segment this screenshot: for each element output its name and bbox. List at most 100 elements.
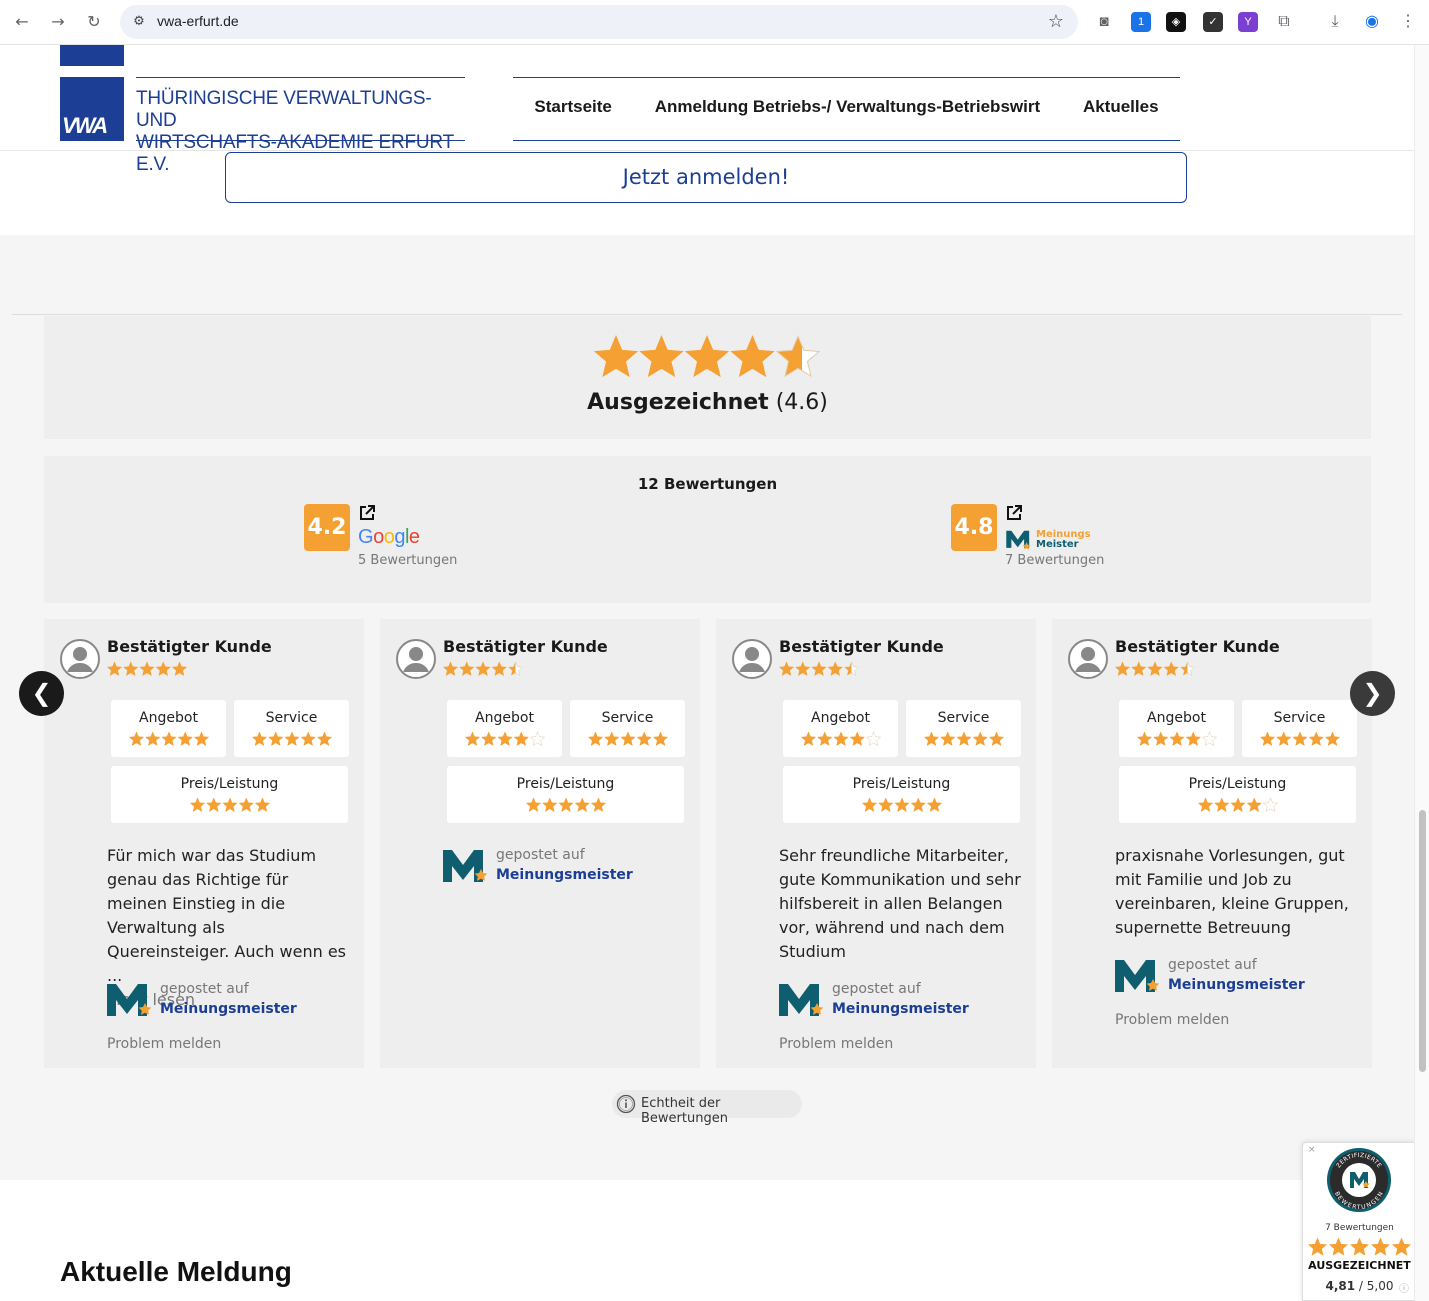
star: [491, 661, 507, 677]
authenticity-button[interactable]: Echtheit der Bewertungen: [612, 1090, 802, 1126]
posted-site-link[interactable]: Meinungsmeister: [832, 1001, 969, 1017]
star: [1229, 797, 1246, 813]
posted-site-link[interactable]: Meinungsmeister: [496, 867, 633, 883]
download-icon[interactable]: ⤓: [1325, 12, 1345, 32]
criterion-box: Preis/Leistung: [111, 766, 348, 823]
review-card: Bestätigter Kunde Angebot Service Preis/Lei…: [716, 619, 1036, 1068]
star: [1291, 731, 1308, 747]
logo-mark[interactable]: VWA: [60, 77, 124, 141]
extension-badge-icon[interactable]: 1: [1131, 12, 1151, 32]
criterion-box: Angebot: [111, 700, 226, 757]
report-problem-link[interactable]: Problem melden: [779, 1036, 893, 1052]
star: [972, 731, 988, 747]
star: [603, 731, 619, 747]
criterion-stars: [1136, 731, 1217, 747]
register-button[interactable]: Jetzt anmelden!: [225, 152, 1187, 203]
criterion-stars: [251, 731, 332, 747]
star: [1275, 731, 1291, 747]
forward-icon[interactable]: →: [47, 11, 69, 33]
platform-meinungsmeister[interactable]: 4.8 Meinungs Meister 7 Bewertungen: [951, 504, 1151, 574]
criterion-box: Preis/Leistung: [783, 766, 1020, 823]
posted-site-link[interactable]: Meinungsmeister: [1168, 977, 1305, 993]
star: [300, 731, 316, 747]
widget-close-icon[interactable]: ×: [1308, 1145, 1316, 1155]
star: [507, 661, 523, 677]
extension-icon[interactable]: ◈: [1166, 12, 1186, 32]
star: [923, 731, 939, 747]
url-text[interactable]: vwa-erfurt.de: [157, 13, 239, 29]
star: [1246, 797, 1262, 813]
star: [171, 661, 187, 677]
platform-google[interactable]: 4.2 Google 5 Bewertungen: [304, 504, 504, 574]
report-problem-link[interactable]: Problem melden: [107, 1036, 221, 1052]
criterion-box: Angebot: [1119, 700, 1234, 757]
posted-on[interactable]: gepostet auf Meinungsmeister: [107, 980, 337, 1020]
criterion-stars: [587, 731, 668, 747]
criterion-label: Angebot: [811, 710, 870, 726]
star: [832, 731, 849, 747]
star: [574, 797, 590, 813]
external-link-icon[interactable]: [358, 504, 376, 522]
carousel-next-button[interactable]: ❯: [1350, 671, 1395, 716]
star: [177, 731, 193, 747]
criterion-box: Service: [234, 700, 349, 757]
external-link-icon[interactable]: [1005, 504, 1023, 522]
star: [139, 661, 155, 677]
review-stars: [107, 661, 187, 677]
star: [475, 661, 491, 677]
star: [1308, 1237, 1328, 1256]
rating-widget[interactable]: × ZERTIFIZIERTE BEWERTUNGEN 7 Bewertunge…: [1302, 1142, 1415, 1301]
star: [107, 661, 123, 677]
page-scrollbar[interactable]: [1414, 45, 1429, 1301]
nav-aktuelles[interactable]: Aktuelles: [1067, 97, 1175, 117]
posted-on[interactable]: gepostet auf Meinungsmeister: [779, 980, 1009, 1020]
criterion-label: Preis/Leistung: [516, 776, 615, 792]
site-settings-icon[interactable]: ⚙: [130, 13, 148, 31]
summary-stars: [594, 335, 820, 378]
star: [639, 335, 684, 378]
criterion-box: Preis/Leistung: [447, 766, 684, 823]
star: [849, 731, 865, 747]
criterion-label: Service: [937, 710, 990, 726]
star: [587, 731, 603, 747]
star: [1131, 661, 1147, 677]
extension-y-icon[interactable]: Y: [1238, 12, 1258, 32]
star: [1328, 1237, 1349, 1256]
star: [926, 797, 942, 813]
avatar-icon: [1068, 639, 1108, 679]
posted-on[interactable]: gepostet auf Meinungsmeister: [443, 846, 673, 886]
star: [1179, 661, 1195, 677]
star: [480, 731, 496, 747]
star: [865, 731, 881, 747]
widget-info-icon[interactable]: ⓘ: [1399, 1280, 1409, 1295]
criterion-box: Angebot: [447, 700, 562, 757]
address-bar[interactable]: ⚙ vwa-erfurt.de ☆: [120, 5, 1078, 39]
star: [1136, 731, 1152, 747]
criterion-box: Service: [570, 700, 685, 757]
review-author: Bestätigter Kunde: [779, 637, 944, 656]
widget-count: 7 Bewertungen: [1325, 1223, 1394, 1233]
nav-startseite[interactable]: Startseite: [518, 97, 627, 117]
report-problem-link[interactable]: Problem melden: [1115, 1012, 1229, 1028]
reload-icon[interactable]: ↻: [83, 11, 105, 33]
menu-icon[interactable]: ⋮: [1398, 12, 1418, 32]
criterion-stars: [189, 797, 270, 813]
star: [1115, 661, 1131, 677]
profile-icon[interactable]: ◉: [1362, 12, 1382, 32]
carousel-prev-button[interactable]: ❮: [19, 671, 64, 716]
posted-site-link[interactable]: Meinungsmeister: [160, 1001, 297, 1017]
star: [730, 335, 775, 378]
back-icon[interactable]: ←: [11, 11, 33, 33]
star: [267, 731, 283, 747]
star: [811, 661, 827, 677]
nav-anmeldung[interactable]: Anmeldung Betriebs-/ Verwaltungs-Betrieb…: [639, 97, 1056, 117]
bookmark-star-icon[interactable]: ☆: [1048, 11, 1064, 32]
star: [160, 731, 177, 747]
scrollbar-thumb[interactable]: [1419, 810, 1426, 1072]
posted-on[interactable]: gepostet auf Meinungsmeister: [1115, 956, 1345, 996]
star: [800, 731, 816, 747]
extension-check-icon[interactable]: ✓: [1203, 12, 1223, 32]
star: [779, 661, 795, 677]
puzzle-icon[interactable]: ⧉: [1274, 12, 1294, 32]
camera-icon[interactable]: ◙: [1094, 12, 1114, 32]
